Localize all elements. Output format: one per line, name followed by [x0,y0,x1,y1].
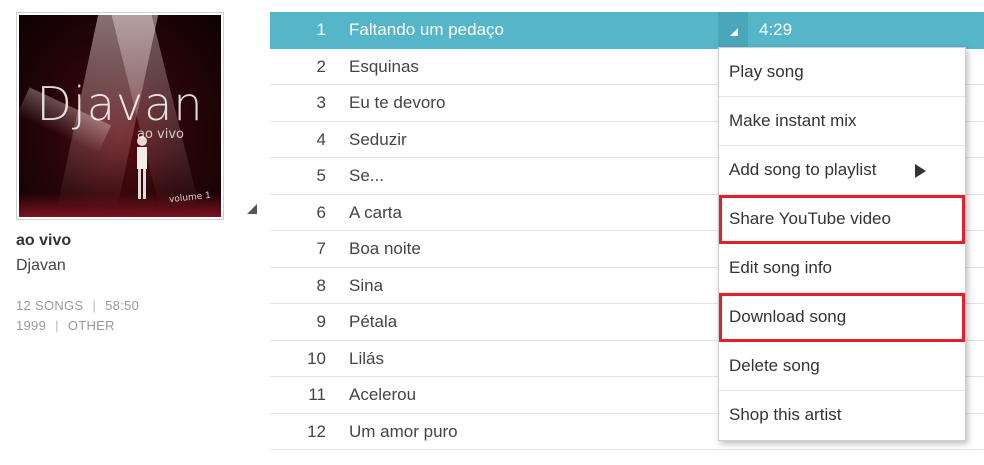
song-context-menu: Play song Make instant mix Add song to p… [718,47,966,441]
cover-title: Djavan [36,77,204,131]
menu-item-label: Delete song [729,356,820,375]
menu-item-download-song[interactable]: Download song [719,293,965,342]
album-cover-image: Djavan ao vivo volume 1 [19,15,221,217]
menu-item-play-song[interactable]: Play song [719,48,965,97]
corner-arrow-icon [730,28,738,36]
track-number: 4 [316,129,326,149]
track-title: A carta [349,202,402,222]
track-title: Esquinas [349,56,419,76]
performer-silhouette [137,136,147,199]
track-number: 1 [316,20,326,39]
album-meta-year: 1999 | OTHER [16,318,115,333]
album-duration: 58:50 [105,298,140,313]
track-number: 3 [316,93,326,112]
track-number: 9 [316,312,326,331]
track-title: Pétala [349,312,398,331]
menu-item-label: Edit song info [729,258,833,277]
meta-separator: | [92,298,97,313]
track-title: Se... [349,166,384,185]
track-title: Eu te devoro [349,93,446,112]
track-title: Sina [349,275,384,295]
menu-item-instant-mix[interactable]: Make instant mix [719,97,965,146]
track-number: 6 [316,202,326,222]
submenu-arrow-icon [915,164,926,178]
track-number: 8 [316,275,326,295]
track-number: 7 [316,239,326,258]
track-title: Boa noite [349,239,421,258]
album-genre: OTHER [67,318,115,333]
cover-subtitle: ao vivo [137,127,185,142]
album-artist[interactable]: Djavan [16,257,66,275]
track-title: Seduzir [349,129,407,149]
menu-item-label: Shop this artist [729,405,842,424]
track-number: 5 [316,166,326,185]
album-title[interactable]: ao vivo [16,232,71,250]
album-cover[interactable]: Djavan ao vivo volume 1 [16,12,224,220]
collapse-corner-icon[interactable] [247,204,257,214]
song-count: 12 SONGS [16,298,84,313]
track-row-1[interactable]: 1 Faltando um pedaço 4:29 [270,12,984,49]
album-year: 1999 [16,318,47,333]
track-number: 10 [307,348,326,368]
menu-item-shop-artist[interactable]: Shop this artist [719,391,965,440]
menu-item-label: Share YouTube video [729,209,891,228]
menu-item-add-to-playlist[interactable]: Add song to playlist [719,146,965,195]
track-title: Um amor puro [349,421,458,441]
menu-item-edit-song-info[interactable]: Edit song info [719,244,965,293]
menu-item-label: Play song [729,62,804,81]
track-number: 11 [308,385,326,404]
track-title: Acelerou [349,385,417,404]
meta-separator: | [55,318,59,333]
track-duration: 4:29 [759,20,793,39]
menu-item-delete-song[interactable]: Delete song [719,342,965,391]
menu-item-share-youtube[interactable]: Share YouTube video [719,195,965,244]
track-title: Lilás [349,348,384,368]
album-meta-songs: 12 SONGS | 58:50 [16,298,139,313]
track-menu-button[interactable] [718,12,748,48]
track-title: Faltando um pedaço [349,20,504,39]
track-number: 12 [307,421,326,441]
menu-item-label: Add song to playlist [729,160,877,179]
menu-item-label: Make instant mix [729,111,857,130]
menu-item-label: Download song [729,307,847,326]
track-number: 2 [316,56,326,76]
